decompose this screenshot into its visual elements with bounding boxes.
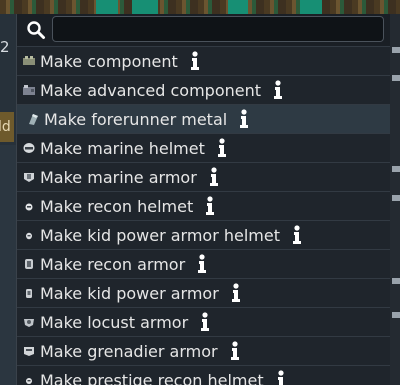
right-panel-item	[392, 195, 400, 201]
recipe-row[interactable]: Make component	[17, 46, 390, 75]
info-icon[interactable]	[274, 370, 288, 385]
right-panel-item	[392, 312, 400, 318]
info-icon[interactable]	[188, 51, 202, 71]
right-panel-item	[392, 75, 400, 81]
search-input[interactable]	[52, 16, 384, 42]
recipe-label: Make kid power armor	[40, 283, 219, 303]
info-icon[interactable]	[207, 167, 221, 187]
recipe-row[interactable]: Make kid power armor	[17, 278, 390, 307]
recipe-label: Make recon helmet	[40, 196, 194, 216]
info-icon[interactable]	[195, 254, 209, 274]
marine-helmet-icon	[23, 143, 35, 153]
info-icon[interactable]	[203, 196, 217, 216]
info-icon[interactable]	[215, 138, 229, 158]
recipe-label: Make locust armor	[40, 312, 189, 332]
recipe-label: Make kid power armor helmet	[40, 225, 280, 245]
component-icon	[23, 56, 35, 65]
recipe-label: Make recon armor	[40, 254, 186, 274]
prestige-recon-helmet-icon	[26, 378, 32, 384]
locust-armor-icon	[24, 319, 34, 327]
info-icon[interactable]	[290, 225, 304, 245]
kid-power-armor-icon	[26, 289, 32, 298]
left-panel-tab[interactable]: ld	[0, 112, 14, 142]
recipe-label: Make forerunner metal	[44, 109, 228, 129]
advanced-component-icon	[23, 85, 35, 95]
recipe-row[interactable]: Make forerunner metal	[17, 104, 390, 133]
recipe-label: Make prestige recon helmet	[40, 370, 264, 385]
search-icon[interactable]	[26, 20, 46, 40]
crafting-menu-panel: Make component Make advanced component Mak…	[16, 14, 390, 385]
right-panel-item	[392, 47, 400, 53]
right-panel-item	[392, 166, 400, 172]
left-panel-number: 2	[0, 38, 10, 56]
recipe-row[interactable]: Make advanced component	[17, 75, 390, 104]
recon-armor-icon	[25, 259, 33, 269]
recipe-label: Make component	[40, 51, 178, 71]
game-world-background	[0, 0, 400, 14]
recipe-list: Make component Make advanced component Mak…	[17, 46, 390, 385]
info-icon[interactable]	[237, 109, 251, 129]
info-icon[interactable]	[228, 341, 242, 361]
recipe-row[interactable]: Make grenadier armor	[17, 336, 390, 365]
search-bar	[17, 14, 390, 46]
recipe-row[interactable]: Make recon armor	[17, 249, 390, 278]
forerunner-metal-icon	[29, 114, 38, 125]
recipe-row[interactable]: Make prestige recon helmet	[17, 365, 390, 385]
recipe-row[interactable]: Make kid power armor helmet	[17, 220, 390, 249]
game-screen: 2 ld Make component Make advanced compone…	[0, 0, 400, 385]
recipe-row[interactable]: Make recon helmet	[17, 191, 390, 220]
grenadier-armor-icon	[24, 347, 34, 356]
recipe-label: Make advanced component	[40, 80, 262, 100]
recipe-label: Make grenadier armor	[40, 341, 218, 361]
info-icon[interactable]	[229, 283, 243, 303]
right-panel-item	[392, 278, 400, 284]
recon-helmet-icon	[25, 203, 33, 211]
recipe-row[interactable]: Make locust armor	[17, 307, 390, 336]
recipe-row[interactable]: Make marine helmet	[17, 133, 390, 162]
info-icon[interactable]	[198, 312, 212, 332]
recipe-label: Make marine helmet	[40, 138, 205, 158]
marine-armor-icon	[24, 173, 34, 182]
info-icon[interactable]	[271, 80, 285, 100]
kid-power-armor-helmet-icon	[26, 232, 32, 240]
recipe-label: Make marine armor	[40, 167, 197, 187]
recipe-row[interactable]: Make marine armor	[17, 162, 390, 191]
left-panel-lower	[0, 145, 16, 385]
